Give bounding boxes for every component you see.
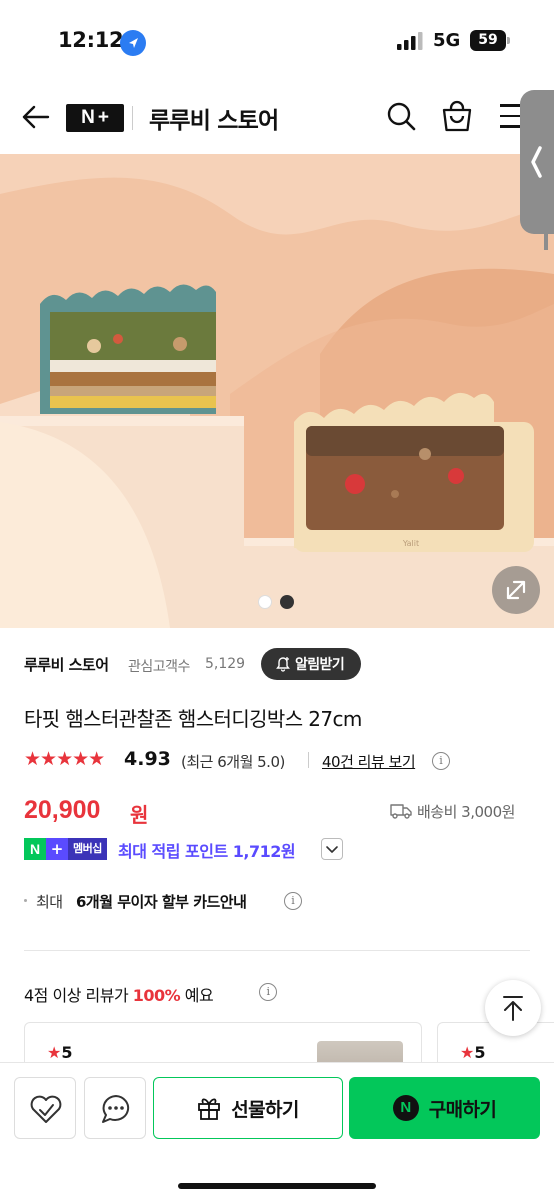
follower-count: 5,129 <box>205 656 246 672</box>
bell-icon <box>276 657 290 672</box>
store-title[interactable]: 루루비 스토어 <box>149 101 279 135</box>
card-label: 최대 <box>36 893 63 911</box>
gift-button-label: 선물하기 <box>231 1098 299 1121</box>
review-star: ★ <box>460 1043 475 1062</box>
search-icon[interactable] <box>385 100 417 132</box>
talk-button[interactable] <box>84 1077 146 1139</box>
alert-subscribe-button[interactable]: 알림받기 <box>261 648 361 680</box>
section-divider <box>24 950 530 951</box>
location-arrow-icon <box>120 30 146 56</box>
gift-button[interactable]: 선물하기 <box>153 1077 343 1139</box>
chevron-down-icon[interactable] <box>321 838 343 860</box>
product-title: 타핏 햄스터관찰존 햄스터디깅박스 27cm <box>24 707 362 731</box>
rating-row: ★★★★★ 4.93 (최근 6개월 5.0) 40건 리뷰 보기 i <box>24 748 534 774</box>
carousel-indicator <box>258 595 294 609</box>
buy-button-label: 구매하기 <box>428 1098 497 1121</box>
image-brand-text: Yalit <box>402 539 419 548</box>
shipping-fee: 배송비 3,000원 <box>417 803 515 821</box>
recent-rating: (최근 6개월 5.0) <box>181 753 285 771</box>
buy-button[interactable]: N 구매하기 <box>349 1077 540 1139</box>
signal-icon <box>397 32 423 50</box>
rating-stars: ★★★★★ <box>24 748 105 770</box>
divider <box>308 752 309 768</box>
heart-check-icon <box>30 1095 62 1123</box>
arrow-up-icon <box>503 996 523 1021</box>
shopping-bag-icon[interactable] <box>441 99 473 133</box>
review-link[interactable]: 40건 리뷰 보기 <box>322 751 416 772</box>
logo-divider <box>132 106 133 130</box>
carousel-dot[interactable] <box>258 595 272 609</box>
bottom-action-bar: 선물하기 N 구매하기 <box>0 1062 554 1200</box>
truck-icon <box>390 804 412 819</box>
review-summary-percent: 100% <box>132 986 181 1005</box>
price-unit: 원 <box>130 803 149 827</box>
bullet <box>24 899 27 902</box>
membership-row[interactable]: N + 멤버십 최대 적립 포인트 1,712원 <box>24 836 534 862</box>
store-name[interactable]: 루루비 스토어 <box>24 654 109 675</box>
expand-icon <box>506 580 526 600</box>
review-summary: 4점 이상 리뷰가 100% 예요 i <box>24 982 277 1006</box>
product-image[interactable]: Yalit <box>0 154 554 628</box>
naver-plus-logo[interactable]: N + <box>66 104 124 132</box>
membership-badge-label: 멤버십 <box>68 838 107 860</box>
store-info-row: 루루비 스토어 관심고객수 5,129 알림받기 <box>24 648 534 682</box>
review-summary-prefix: 4점 이상 리뷰가 <box>24 986 129 1005</box>
logo-plus: + <box>97 107 109 128</box>
membership-badge: N + 멤버십 <box>24 838 107 860</box>
side-pull-tab[interactable] <box>520 90 554 234</box>
card-installment-text: 6개월 무이자 할부 카드안내 <box>76 893 247 911</box>
top-nav-header: N + 루루비 스토어 <box>0 82 554 154</box>
gift-icon <box>198 1098 221 1120</box>
side-tab-stem <box>544 232 548 250</box>
network-type: 5G <box>433 30 461 51</box>
chat-icon <box>102 1095 130 1123</box>
naver-n-icon: N <box>392 1095 419 1121</box>
carousel-dot-active[interactable] <box>280 595 294 609</box>
review-rating: ★5 <box>47 1043 72 1062</box>
battery-icon: 59 <box>470 30 510 51</box>
price: 20,900 <box>24 796 101 824</box>
expand-image-button[interactable] <box>492 566 540 614</box>
home-indicator <box>178 1183 376 1189</box>
wishlist-button[interactable] <box>14 1077 76 1139</box>
price-row: 20,900 원 배송비 3,000원 <box>24 796 534 828</box>
battery-level: 59 <box>470 30 506 51</box>
back-arrow-icon[interactable] <box>18 100 52 134</box>
review-score: 5 <box>61 1043 73 1062</box>
logo-n: N <box>81 107 95 128</box>
info-icon[interactable]: i <box>432 752 450 770</box>
review-summary-suffix: 예요 <box>184 986 214 1005</box>
scroll-top-button[interactable] <box>485 980 541 1036</box>
membership-badge-n: N <box>24 838 46 860</box>
follower-label: 관심고객수 <box>128 659 190 675</box>
rating-score: 4.93 <box>124 748 171 770</box>
info-icon[interactable]: i <box>259 983 277 1001</box>
status-bar: 12:12 5G 59 <box>0 0 554 82</box>
info-icon[interactable]: i <box>284 892 302 910</box>
membership-points: 최대 적립 포인트 1,712원 <box>118 842 296 861</box>
review-rating: ★5 <box>460 1043 485 1062</box>
review-score: 5 <box>474 1043 486 1062</box>
membership-badge-plus: + <box>46 838 68 860</box>
review-star: ★ <box>47 1043 62 1062</box>
status-time: 12:12 <box>58 28 124 52</box>
alert-button-label: 알림받기 <box>295 657 345 673</box>
